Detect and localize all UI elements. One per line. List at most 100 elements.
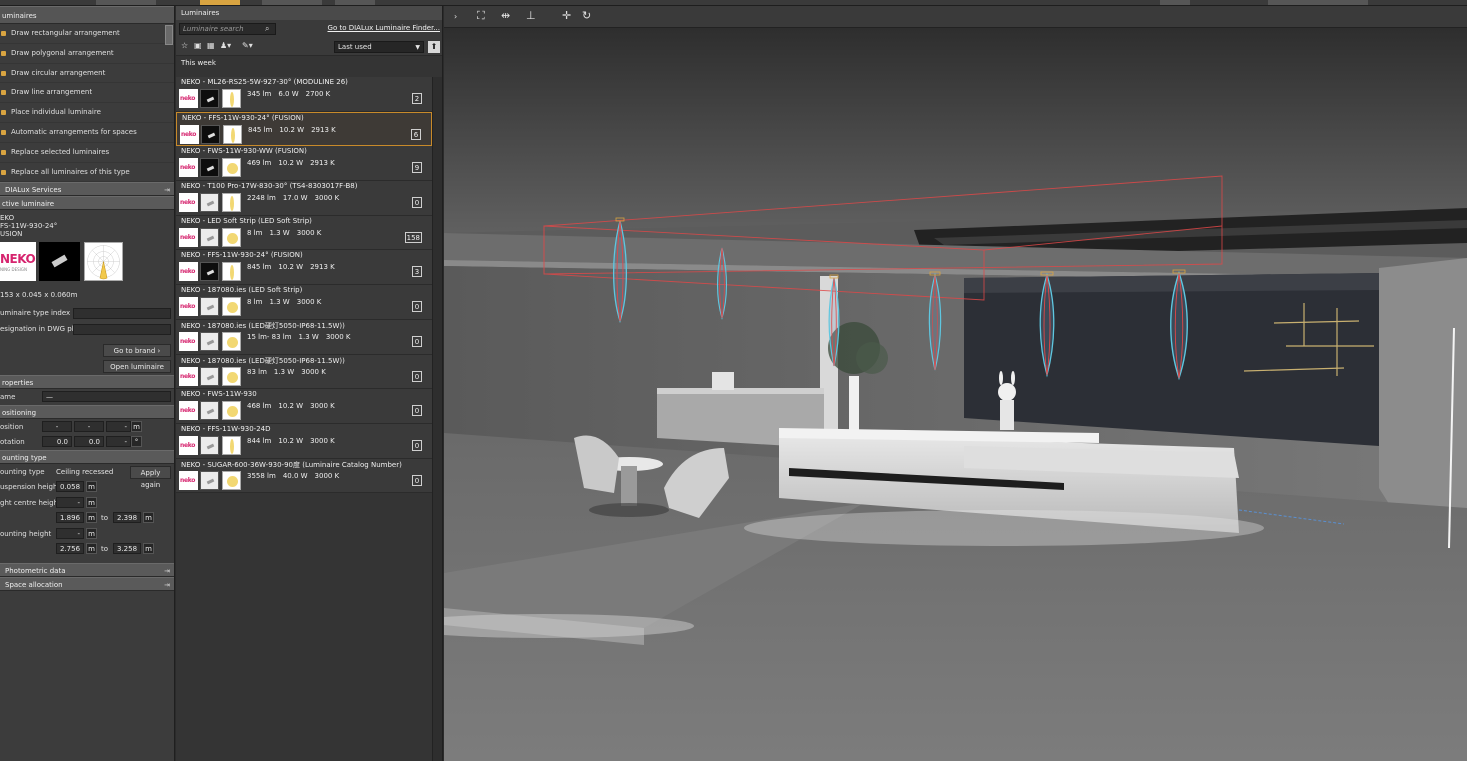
position-x[interactable]: - (42, 420, 72, 432)
pin-icon[interactable]: ⇥ (164, 564, 170, 578)
luminaire-search-input[interactable]: Luminaire search (179, 23, 276, 35)
unit-m: m (131, 420, 142, 432)
luminaire-specs: 8 lm 1.3 W 3000 K (247, 229, 328, 237)
luminous-flux: 2248 lm (247, 194, 276, 203)
action-item[interactable]: Draw polygonal arrangement (0, 44, 174, 64)
sort-select[interactable]: Last used ▼ (334, 41, 424, 53)
measure-icon[interactable]: ⇹ (501, 9, 510, 22)
apply-again-button[interactable]: Apply again (130, 465, 171, 489)
menu-tab[interactable] (1160, 0, 1190, 5)
action-item[interactable]: Replace selected luminaires (0, 143, 174, 163)
power: 6.0 W (278, 90, 299, 98)
centre-height-input[interactable]: - (56, 496, 84, 508)
placed-count: 0 (412, 197, 422, 209)
menu-tab[interactable] (335, 0, 375, 5)
distribution-icon (223, 124, 242, 144)
rotation-y[interactable]: 0.0 (74, 436, 104, 448)
action-item[interactable]: Automatic arrangements for spaces (0, 123, 174, 143)
3d-viewport[interactable]: › ⛶ ⇹ ⊥ ✛ ↻ (444, 6, 1467, 761)
mounting-type-value[interactable]: Ceiling recessed (56, 468, 113, 476)
mounting-height-row: ounting height - m (0, 526, 174, 542)
action-item[interactable]: Draw rectangular arrangement (0, 24, 174, 44)
action-item[interactable]: Draw line arrangement (0, 83, 174, 104)
power: 1.3 W (269, 298, 290, 307)
position-y[interactable]: - (74, 420, 104, 432)
placed-count: 9 (412, 162, 422, 174)
rotation-z[interactable]: - (106, 436, 131, 448)
mount-to-input[interactable]: 3.258 (113, 543, 141, 555)
position-row: osition - - - m (0, 419, 174, 435)
brand-logo: neko (179, 401, 198, 421)
luminaire-thumbnail (200, 193, 219, 213)
action-scrollbar[interactable] (165, 25, 173, 45)
user-icon[interactable]: ♟▾ (220, 41, 231, 50)
luminaire-name: NEKO - FFS-11W-930-24° (FUSION) (181, 251, 303, 260)
dwg-input[interactable] (73, 324, 171, 336)
zoom-extents-icon[interactable]: ⛶ (477, 9, 485, 23)
search-icon[interactable]: ⌕ (265, 24, 269, 34)
luminaires-header: uminaires (0, 6, 174, 24)
luminaire-row[interactable]: NEKO - 187080.ies (LED硬灯5050-IP68-11.5W)… (176, 319, 432, 355)
luminaire-row[interactable]: NEKO - FFS-11W-930-24D neko 844 lm 10.2 W 30… (176, 423, 432, 459)
rotation-x[interactable]: 0.0 (42, 436, 72, 448)
luminaire-row[interactable]: NEKO - FFS-11W-930-24° (FUSION) neko 845 l… (176, 250, 432, 286)
luminaire-row[interactable]: NEKO - FWS-11W-930-WW (FUSION) neko 469 lm… (176, 146, 432, 182)
luminaire-row[interactable]: NEKO - 187080.ies (LED硬灯5050-IP68-11.5W)… (176, 354, 432, 390)
suspension-input[interactable]: 0.058 (56, 481, 84, 493)
brand-logo: NEKO NING DESIGN (0, 242, 36, 282)
type-index-input[interactable] (73, 308, 171, 320)
axis-icon[interactable]: ⊥ (526, 9, 536, 22)
mount-from-input[interactable]: 2.756 (56, 543, 84, 555)
mounting-height-input[interactable]: - (56, 527, 84, 539)
tools-icon[interactable]: ✎▾ (242, 41, 253, 50)
unit-m: m (86, 496, 97, 508)
position-z[interactable]: - (106, 420, 131, 432)
centre-from-input[interactable]: 1.896 (56, 512, 84, 524)
star-icon[interactable]: ☆ (181, 41, 188, 50)
luminaire-row[interactable]: NEKO - ML26-RS25-5W-927-30° (MODULINE 26… (176, 77, 432, 112)
menu-tab[interactable] (1268, 0, 1368, 5)
placed-count: 3 (412, 266, 422, 278)
luminaire-name: NEKO - FFS-11W-930-24° (FUSION) (182, 113, 304, 122)
chevron-right-icon[interactable]: › (454, 12, 457, 21)
suspension-row: uspension height 0.058 m (0, 479, 174, 495)
arrangement-icon (1, 70, 6, 76)
move-icon[interactable]: ✛ (562, 9, 571, 22)
arrow-up-icon[interactable]: ⬆ (428, 41, 440, 53)
catalog-icon[interactable]: ▦ (207, 41, 215, 50)
menu-tab[interactable] (262, 0, 322, 5)
scene-render[interactable] (444, 28, 1467, 761)
menu-tab-active[interactable] (200, 0, 240, 5)
pin-icon[interactable]: ⇥ (164, 183, 170, 197)
name-input[interactable]: — (42, 391, 171, 403)
luminaire-name: NEKO - 187080.ies (LED硬灯5050-IP68-11.5W)… (181, 321, 345, 330)
luminaire-row[interactable]: NEKO - LED Soft Strip (LED Soft Strip) ne… (176, 215, 432, 251)
luminaire-row[interactable]: NEKO - FFS-11W-930-24° (FUSION) neko 845 l… (176, 111, 432, 147)
services-header[interactable]: DIALux Services ⇥ (0, 182, 174, 197)
action-item[interactable]: Replace all luminaires of this type (0, 163, 174, 183)
luminaire-specs: 845 lm 10.2 W 2913 K (248, 126, 343, 134)
menu-tab[interactable] (96, 0, 156, 5)
action-item[interactable]: Place individual luminaire (0, 103, 174, 123)
luminaire-row[interactable]: NEKO - 187080.ies (LED Soft Strip) neko 8 … (176, 285, 432, 320)
action-item[interactable]: Draw circular arrangement (0, 64, 174, 84)
luminaire-specs: 844 lm 10.2 W 3000 K (247, 437, 342, 445)
unit-m: m (86, 543, 97, 555)
go-to-brand-button[interactable]: Go to brand › (103, 344, 171, 358)
photometric-header[interactable]: Photometric data ⇥ (0, 562, 174, 578)
luminous-flux: 15 lm- 83 lm (247, 332, 292, 341)
rotate-icon[interactable]: ↻ (582, 9, 591, 22)
list-scrollbar[interactable] (432, 77, 442, 761)
luminaire-row[interactable]: NEKO - FWS-11W-930 neko 468 lm 10.2 W 3000 K… (176, 389, 432, 424)
save-icon[interactable]: ▣ (194, 41, 202, 50)
open-luminaire-list-button[interactable]: Open luminaire list › (103, 360, 171, 383)
pin-icon[interactable]: ⇥ (164, 578, 170, 592)
centre-to-input[interactable]: 2.398 (113, 512, 141, 524)
space-allocation-header[interactable]: Space allocation ⇥ (0, 576, 174, 592)
luminous-flux: 8 lm (247, 298, 263, 307)
luminaire-photo (39, 242, 80, 282)
luminaire-finder-link[interactable]: Go to DIALux Luminaire Finder... (328, 24, 440, 32)
catalog-header: Luminaires (176, 6, 442, 20)
luminaire-row[interactable]: NEKO - T100 Pro-17W-830-30° (TS4-8303017… (176, 181, 432, 216)
luminaire-row[interactable]: NEKO - SUGAR-600-36W-930-90度 (Luminaire … (176, 458, 432, 494)
